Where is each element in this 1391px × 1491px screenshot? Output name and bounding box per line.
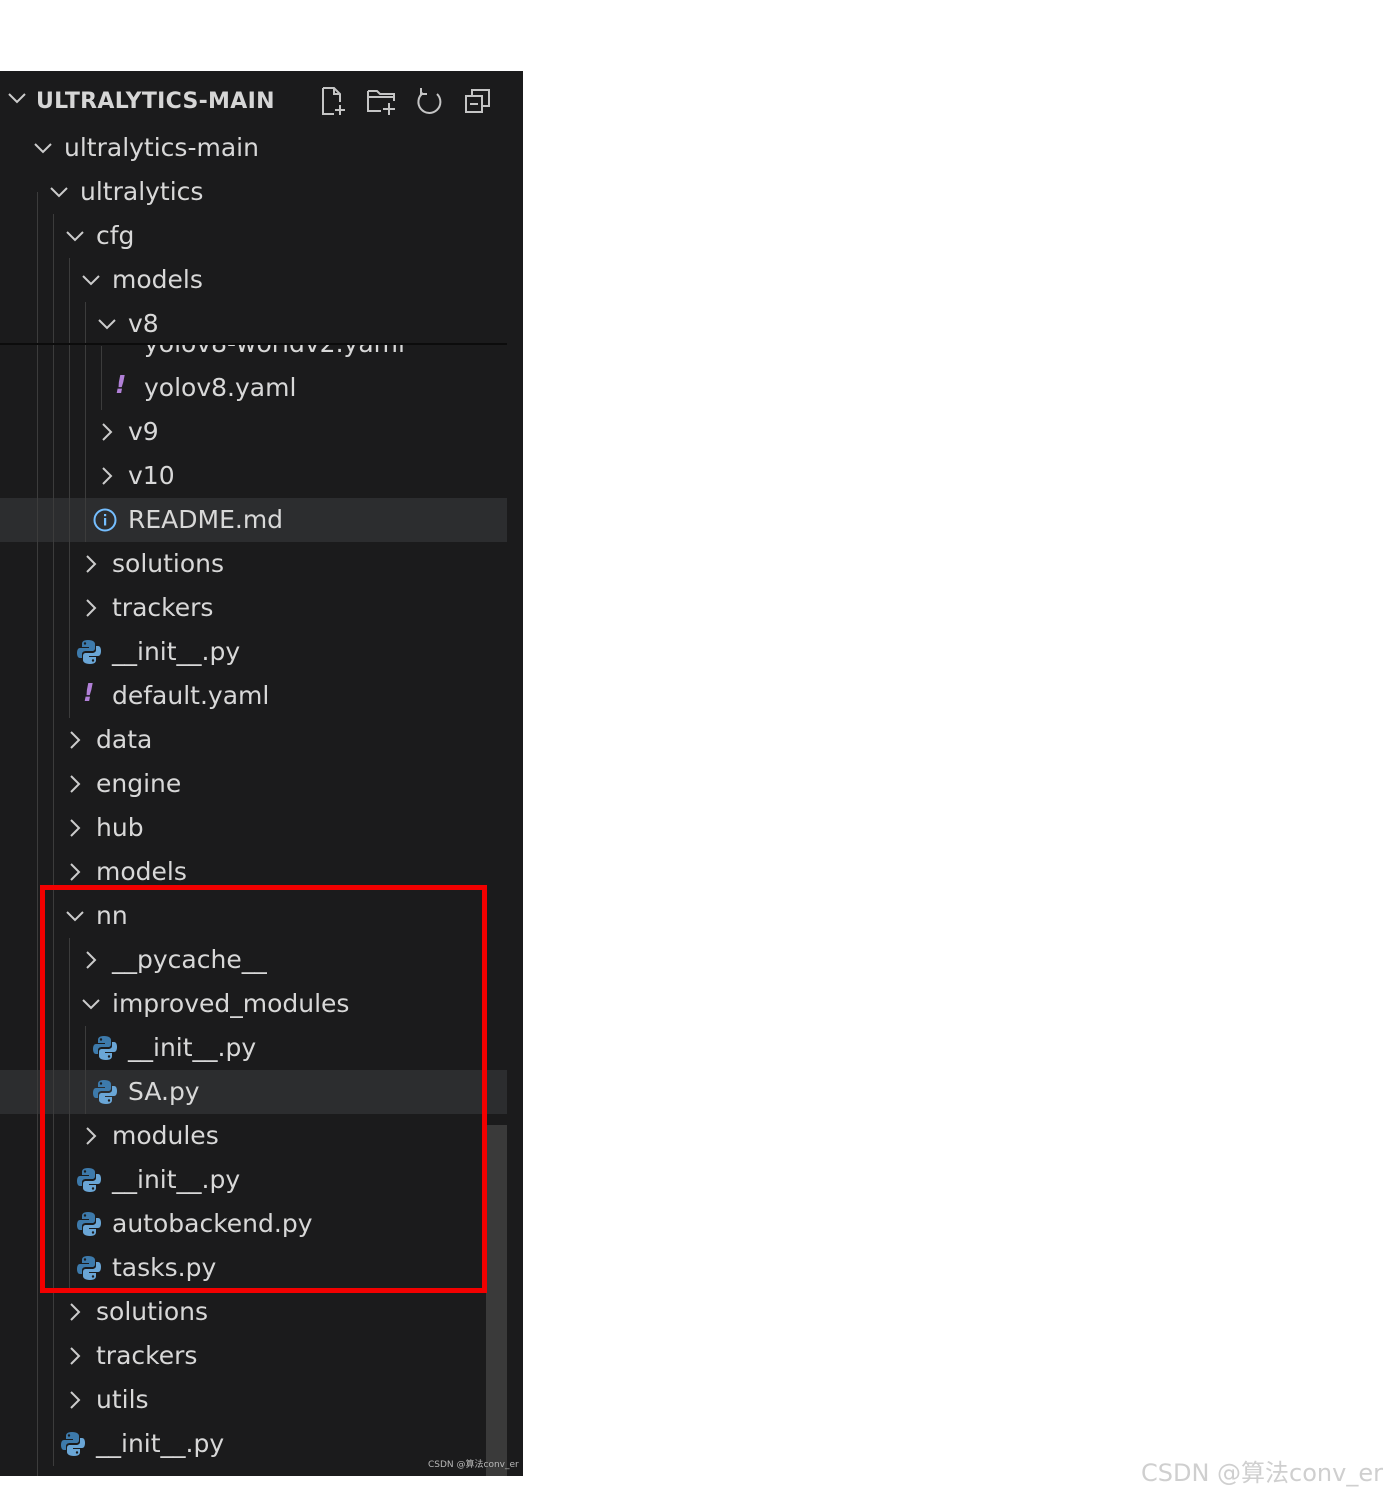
- file-item-default-yaml[interactable]: ! default.yaml: [0, 674, 507, 718]
- new-file-icon[interactable]: [318, 85, 350, 117]
- folder-item-v10[interactable]: v10: [0, 454, 507, 498]
- python-file-icon: [76, 638, 102, 666]
- explorer-title: ULTRALYTICS-MAIN: [36, 89, 275, 114]
- tree-item-label: v8: [128, 309, 159, 338]
- scrollbar-thumb[interactable]: [486, 1125, 507, 1476]
- folder-item-trackers[interactable]: trackers: [0, 1334, 507, 1378]
- file-item-init-py[interactable]: __init__.py: [0, 630, 507, 674]
- folder-item-utils[interactable]: utils: [0, 1378, 507, 1422]
- tree-item-label: yolov8.yaml: [144, 373, 297, 402]
- tree-item-label: __init__.py: [112, 637, 241, 666]
- folder-item-engine[interactable]: engine: [0, 762, 507, 806]
- partial-tree-item[interactable]: yolov8-worldv2.yaml: [0, 345, 507, 359]
- tree-item-label: ultralytics-main: [64, 133, 259, 162]
- chevron-down-icon[interactable]: [48, 181, 70, 203]
- tree-item-label: ultralytics: [80, 177, 204, 206]
- folder-item-v8[interactable]: v8: [0, 302, 507, 346]
- tree-item-label: hub: [96, 813, 144, 842]
- folder-item-ultralytics[interactable]: ultralytics: [0, 170, 507, 214]
- chevron-right-icon[interactable]: [80, 597, 102, 619]
- tree-item-label: v9: [128, 417, 159, 446]
- python-file-icon: [60, 1430, 86, 1458]
- yaml-file-icon: !: [83, 678, 95, 707]
- folder-item-data[interactable]: data: [0, 718, 507, 762]
- chevron-down-icon[interactable]: [96, 313, 118, 335]
- chevron-down-icon[interactable]: [32, 137, 54, 159]
- explorer-header[interactable]: ULTRALYTICS-MAIN: [0, 71, 523, 133]
- chevron-right-icon[interactable]: [96, 421, 118, 443]
- chevron-right-icon[interactable]: [64, 1301, 86, 1323]
- folder-item-solutions[interactable]: solutions: [0, 1290, 507, 1334]
- tree-item-label: trackers: [96, 1341, 198, 1370]
- chevron-down-icon[interactable]: [64, 225, 86, 247]
- tree-item-label: utils: [96, 1385, 149, 1414]
- chevron-right-icon[interactable]: [80, 553, 102, 575]
- folder-item-hub[interactable]: hub: [0, 806, 507, 850]
- chevron-right-icon[interactable]: [96, 465, 118, 487]
- indent-guide: [37, 192, 38, 1476]
- tree-item-label: trackers: [112, 593, 214, 622]
- yaml-file-icon: !: [115, 370, 127, 399]
- folder-item-cfg[interactable]: cfg: [0, 214, 507, 258]
- chevron-down-icon[interactable]: [80, 269, 102, 291]
- tree-item-label: solutions: [112, 549, 225, 578]
- new-folder-icon[interactable]: [365, 85, 397, 117]
- tree-item-label: default.yaml: [112, 681, 270, 710]
- tree-item-label: __init__.py: [96, 1429, 225, 1458]
- watermark: CSDN @算法conv_er: [1141, 1459, 1383, 1487]
- chevron-right-icon[interactable]: [64, 729, 86, 751]
- folder-item-v9[interactable]: v9: [0, 410, 507, 454]
- refresh-icon[interactable]: [413, 85, 445, 117]
- file-item-yolov8-yaml[interactable]: ! yolov8.yaml: [0, 366, 507, 410]
- partial-item-label: yolov8-worldv2.yaml: [144, 345, 405, 358]
- info-icon: [92, 506, 118, 534]
- collapse-all-icon[interactable]: [462, 85, 494, 117]
- tree-item-label: data: [96, 725, 153, 754]
- folder-item-trackers[interactable]: trackers: [0, 586, 507, 630]
- folder-item-models[interactable]: models: [0, 258, 507, 302]
- tree-item-label: cfg: [96, 221, 135, 250]
- tree-item-label: README.md: [128, 505, 284, 534]
- tree-item-label: models: [96, 857, 187, 886]
- tree-item-label: models: [112, 265, 203, 294]
- indent-guide: [85, 302, 86, 542]
- folder-item-ultralytics-main[interactable]: ultralytics-main: [0, 126, 507, 170]
- chevron-down-icon[interactable]: [6, 87, 28, 109]
- tree-item-label: v10: [128, 461, 175, 490]
- scrollbar-track[interactable]: [507, 71, 523, 1476]
- file-item-readme-md[interactable]: README.md: [0, 498, 507, 542]
- tree-item-label: solutions: [96, 1297, 209, 1326]
- chevron-right-icon[interactable]: [64, 1345, 86, 1367]
- chevron-right-icon[interactable]: [64, 1389, 86, 1411]
- watermark-small: CSDN @算法conv_er: [428, 1460, 519, 1470]
- chevron-right-icon[interactable]: [64, 817, 86, 839]
- tree-item-label: engine: [96, 769, 182, 798]
- chevron-right-icon[interactable]: [64, 773, 86, 795]
- indent-guide: [69, 258, 70, 718]
- highlight-box: [40, 885, 487, 1293]
- chevron-right-icon[interactable]: [64, 861, 86, 883]
- folder-item-solutions[interactable]: solutions: [0, 542, 507, 586]
